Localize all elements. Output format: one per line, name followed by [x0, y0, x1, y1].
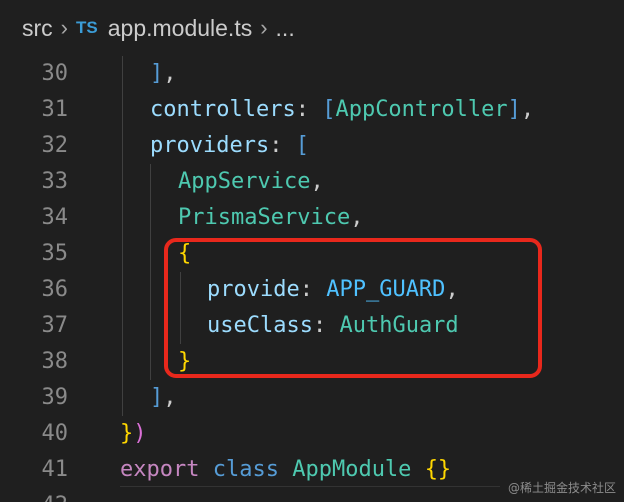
- code-line: export class AppModule {}: [120, 452, 451, 488]
- comma: ,: [163, 385, 177, 410]
- line-number: 36: [41, 277, 69, 302]
- watermark: @稀土掘金技术社区: [507, 481, 616, 495]
- comma: ,: [350, 205, 364, 230]
- breadcrumb-more[interactable]: ...: [276, 15, 295, 42]
- bracket: ]: [150, 61, 164, 86]
- code-line: providers: [: [150, 128, 309, 164]
- typescript-file-icon: TS: [76, 18, 98, 37]
- line-number: 35: [41, 241, 69, 266]
- breadcrumb: src › TS app.module.ts › ...: [0, 0, 624, 56]
- indent-guide: [122, 56, 123, 416]
- line-number: 37: [41, 313, 69, 338]
- code-editor: src › TS app.module.ts › ... 30 31 32 33…: [0, 0, 624, 502]
- bracket: [: [295, 133, 309, 158]
- brace: {}: [424, 457, 452, 482]
- bracket: ]: [507, 97, 521, 122]
- code-line: controllers: [AppController],: [150, 92, 534, 128]
- keyword: export: [120, 457, 200, 482]
- class-name: PrismaService: [178, 205, 351, 230]
- code-line: ],: [150, 380, 177, 416]
- bracket: [: [322, 97, 336, 122]
- line-number: 32: [41, 133, 69, 158]
- property-name: providers: [150, 133, 270, 158]
- code-line: AppService,: [178, 164, 324, 200]
- bracket: ]: [150, 385, 164, 410]
- code-line: PrismaService,: [178, 200, 363, 236]
- colon: :: [269, 133, 296, 158]
- breadcrumb-folder[interactable]: src: [22, 15, 53, 42]
- comma: ,: [163, 61, 177, 86]
- line-number: 38: [41, 349, 69, 374]
- keyword: class: [212, 457, 279, 482]
- colon: :: [295, 97, 323, 122]
- paren: ): [133, 421, 147, 446]
- line-number: 42: [0, 488, 69, 502]
- class-name: AppModule: [292, 457, 412, 482]
- chevron-right-icon: ›: [260, 15, 268, 40]
- comma: ,: [520, 97, 535, 122]
- line-number: 33: [41, 169, 69, 194]
- line-number: 34: [41, 205, 69, 230]
- class-name: AppController: [335, 97, 508, 122]
- highlight-annotation-box: [164, 238, 542, 378]
- cursor-line-border: [120, 486, 500, 502]
- brace: }: [120, 421, 134, 446]
- line-number: 30: [41, 61, 69, 86]
- breadcrumb-file[interactable]: app.module.ts: [108, 15, 252, 42]
- code-line: }): [120, 416, 147, 452]
- line-number: 39: [41, 385, 69, 410]
- class-name: AppService: [178, 169, 311, 194]
- indent-guide: [150, 164, 151, 380]
- code-line: ],: [150, 56, 177, 92]
- line-number: 31: [41, 97, 69, 122]
- chevron-right-icon: ›: [60, 15, 68, 40]
- line-number: 41: [41, 457, 69, 482]
- line-number: 40: [41, 421, 69, 446]
- property-name: controllers: [150, 97, 296, 122]
- comma: ,: [310, 169, 324, 194]
